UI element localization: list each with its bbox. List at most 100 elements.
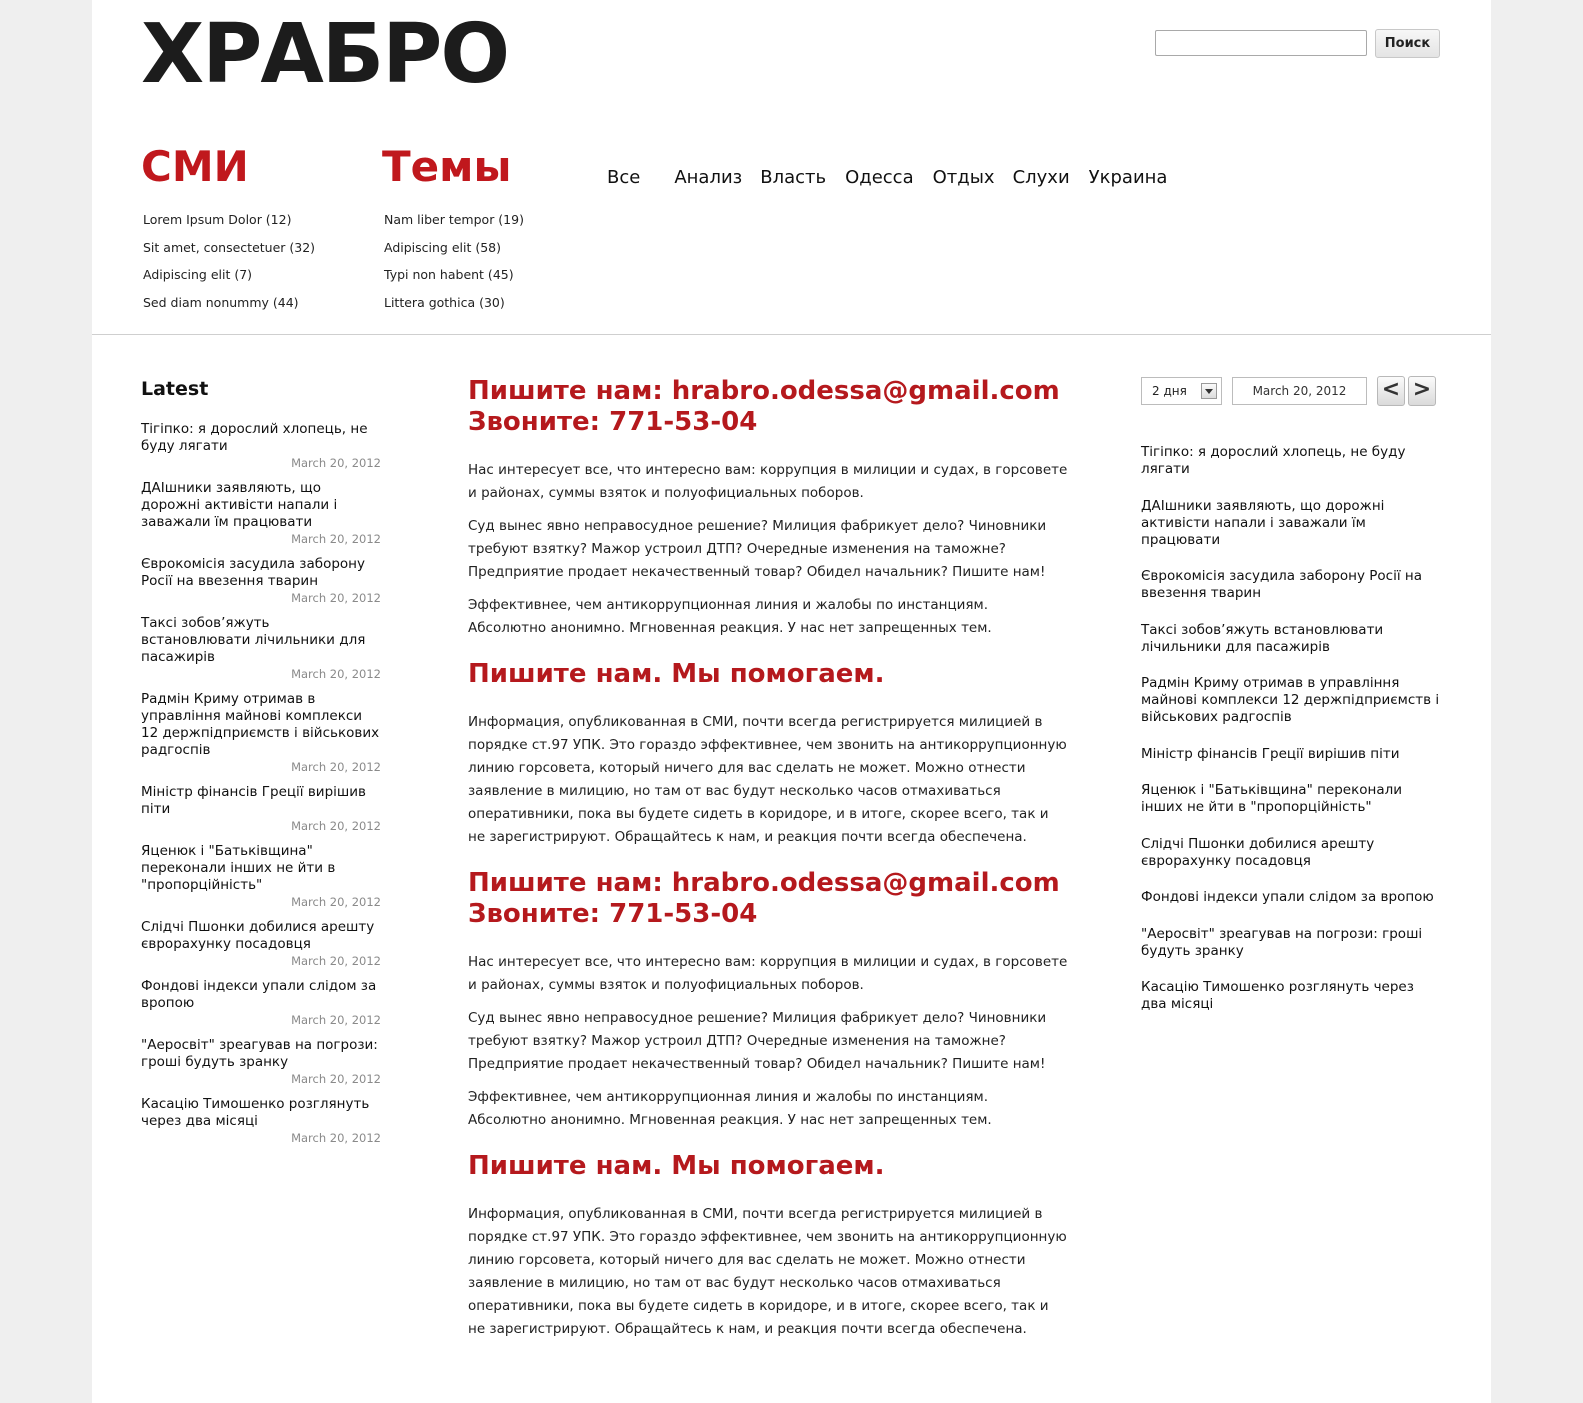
topic-rumors[interactable]: Слухи xyxy=(1013,167,1070,188)
topic-ukraine[interactable]: Украина xyxy=(1089,167,1168,188)
theme-item[interactable]: Adipiscing elit (58) xyxy=(384,234,524,262)
smi-title: СМИ xyxy=(141,142,249,191)
smi-item[interactable]: Sed diam nonummy (44) xyxy=(143,289,315,317)
chevron-left-icon: < xyxy=(1381,377,1401,402)
header-divider xyxy=(92,334,1491,335)
paragraph: Эффективнее, чем антикоррупционная линия… xyxy=(468,1089,992,1128)
paragraph: Суд вынес явно неправосудное решение? Ми… xyxy=(468,1010,1047,1072)
smi-item-label[interactable]: Sit amet, consectetuer (32) xyxy=(143,240,315,255)
latest-item-date: March 20, 2012 xyxy=(291,760,381,774)
date-field[interactable]: March 20, 2012 xyxy=(1232,377,1367,405)
theme-item-label[interactable]: Adipiscing elit (58) xyxy=(384,240,501,255)
latest-item-date: March 20, 2012 xyxy=(291,1013,381,1027)
latest-item: Слідчі Пшонки добилися арешту єврорахунк… xyxy=(141,919,381,968)
latest-list: Тігіпко: я дорослий хлопець, не буду ляг… xyxy=(141,421,381,1155)
latest-item-title[interactable]: Фондові індекси упали слідом за вропою xyxy=(141,978,381,1012)
site-logo[interactable]: ХРАБРО xyxy=(141,14,510,96)
latest-item-title[interactable]: ДАІшники заявляють, що дорожні активісти… xyxy=(141,480,381,531)
topic-odessa[interactable]: Одесса xyxy=(845,167,914,188)
smi-item[interactable]: Sit amet, consectetuer (32) xyxy=(143,234,315,262)
latest-item-title[interactable]: Таксі зобов’яжуть встановлювати лічильни… xyxy=(141,615,381,666)
smi-item[interactable]: Adipiscing elit (7) xyxy=(143,261,315,289)
paragraph: Информация, опубликованная в СМИ, почти … xyxy=(468,1206,1067,1337)
smi-item-label[interactable]: Sed diam nonummy (44) xyxy=(143,295,299,310)
theme-item[interactable]: Nam liber tempor (19) xyxy=(384,206,524,234)
next-button[interactable]: > xyxy=(1408,376,1436,406)
latest-item-date: March 20, 2012 xyxy=(291,456,381,470)
topic-analysis[interactable]: Анализ xyxy=(674,167,742,188)
right-news-item[interactable]: Міністр фінансів Греції вирішив піти xyxy=(1141,746,1441,763)
latest-item-date: March 20, 2012 xyxy=(291,895,381,909)
right-news-item[interactable]: "Аеросвіт" зреагував на погрози: гроші б… xyxy=(1141,926,1441,960)
latest-item-title[interactable]: Слідчі Пшонки добилися арешту єврорахунк… xyxy=(141,919,381,953)
paragraph: Нас интересует все, что интересно вам: к… xyxy=(468,462,1068,501)
smi-item-label[interactable]: Adipiscing elit (7) xyxy=(143,267,252,282)
latest-item-date: March 20, 2012 xyxy=(291,532,381,546)
search-input[interactable] xyxy=(1155,30,1367,56)
topic-leisure[interactable]: Отдых xyxy=(933,167,995,188)
contact-heading: Пишите нам: hrabro.odessa@gmail.com xyxy=(468,376,1060,406)
help-heading: Пишите нам. Мы помогаем. xyxy=(468,659,885,689)
topic-power[interactable]: Власть xyxy=(760,167,826,188)
smi-list: Lorem Ipsum Dolor (12) Sit amet, consect… xyxy=(143,206,315,316)
latest-item-title[interactable]: Тігіпко: я дорослий хлопець, не буду ляг… xyxy=(141,421,381,455)
paragraph: Нас интересует все, что интересно вам: к… xyxy=(468,954,1068,993)
prev-button[interactable]: < xyxy=(1377,376,1405,406)
period-select[interactable]: 2 дня xyxy=(1141,377,1222,405)
chevron-down-icon[interactable] xyxy=(1201,383,1217,399)
phone-heading: Звоните: 771-53-04 xyxy=(468,899,758,929)
paragraph: Информация, опубликованная в СМИ, почти … xyxy=(468,714,1067,845)
themes-list: Nam liber tempor (19) Adipiscing elit (5… xyxy=(384,206,524,316)
latest-item-title[interactable]: Єврокомісія засудила заборону Росії на в… xyxy=(141,556,381,590)
right-news-item[interactable]: Тігіпко: я дорослий хлопець, не буду ляг… xyxy=(1141,444,1441,478)
themes-title: Темы xyxy=(382,142,512,191)
latest-item-title[interactable]: Яценюк і "Батьківщина" переконали інших … xyxy=(141,843,381,894)
latest-item-date: March 20, 2012 xyxy=(291,591,381,605)
latest-item-date: March 20, 2012 xyxy=(291,1072,381,1086)
latest-item: Єврокомісія засудила заборону Росії на в… xyxy=(141,556,381,605)
theme-item[interactable]: Typi non habent (45) xyxy=(384,261,524,289)
latest-title: Latest xyxy=(141,378,209,400)
theme-item[interactable]: Littera gothica (30) xyxy=(384,289,524,317)
search-button[interactable]: Поиск xyxy=(1375,29,1440,58)
right-news-item[interactable]: Касацію Тимошенко розглянуть через два м… xyxy=(1141,979,1441,1013)
latest-item: Радмін Криму отримав в управління майнов… xyxy=(141,691,381,774)
latest-item-title[interactable]: Радмін Криму отримав в управління майнов… xyxy=(141,691,381,759)
right-news-item[interactable]: ДАІшники заявляють, що дорожні активісти… xyxy=(1141,498,1441,549)
right-news-item[interactable]: Єврокомісія засудила заборону Росії на в… xyxy=(1141,568,1441,602)
theme-item-label[interactable]: Typi non habent (45) xyxy=(384,267,514,282)
topics-nav: Все Анализ Власть Одесса Отдых Слухи Укр… xyxy=(607,167,1167,188)
help-heading: Пишите нам. Мы помогаем. xyxy=(468,1151,885,1181)
latest-item: Яценюк і "Батьківщина" переконали інших … xyxy=(141,843,381,909)
right-news-item[interactable]: Радмін Криму отримав в управління майнов… xyxy=(1141,675,1441,726)
smi-item[interactable]: Lorem Ipsum Dolor (12) xyxy=(143,206,315,234)
latest-item-title[interactable]: "Аеросвіт" зреагував на погрози: гроші б… xyxy=(141,1037,381,1071)
phone-heading: Звоните: 771-53-04 xyxy=(468,407,758,437)
right-news-item[interactable]: Яценюк і "Батьківщина" переконали інших … xyxy=(1141,782,1441,816)
latest-item: Касацію Тимошенко розглянуть через два м… xyxy=(141,1096,381,1145)
latest-item: "Аеросвіт" зреагував на погрози: гроші б… xyxy=(141,1037,381,1086)
page: ХРАБРО Поиск СМИ Lorem Ipsum Dolor (12) … xyxy=(92,0,1491,1403)
paragraph: Эффективнее, чем антикоррупционная линия… xyxy=(468,597,992,636)
latest-item-title[interactable]: Міністр фінансів Греції вирішив піти xyxy=(141,784,381,818)
theme-item-label[interactable]: Nam liber tempor (19) xyxy=(384,212,524,227)
main-content: Пишите нам: hrabro.odessa@gmail.com Звон… xyxy=(468,376,1068,1341)
theme-item-label[interactable]: Littera gothica (30) xyxy=(384,295,505,310)
topic-all[interactable]: Все xyxy=(607,167,640,188)
paragraph: Суд вынес явно неправосудное решение? Ми… xyxy=(468,518,1047,580)
right-news-item[interactable]: Таксі зобов’яжуть встановлювати лічильни… xyxy=(1141,622,1441,656)
latest-item-date: March 20, 2012 xyxy=(291,819,381,833)
latest-item: ДАІшники заявляють, що дорожні активісти… xyxy=(141,480,381,546)
chevron-right-icon: > xyxy=(1412,377,1432,402)
latest-item-title[interactable]: Касацію Тимошенко розглянуть через два м… xyxy=(141,1096,381,1130)
smi-item-label[interactable]: Lorem Ipsum Dolor (12) xyxy=(143,212,291,227)
right-news-item[interactable]: Слідчі Пшонки добилися арешту єврорахунк… xyxy=(1141,836,1441,870)
latest-item-date: March 20, 2012 xyxy=(291,954,381,968)
latest-item-date: March 20, 2012 xyxy=(291,1131,381,1145)
contact-heading: Пишите нам: hrabro.odessa@gmail.com xyxy=(468,868,1060,898)
right-news-item[interactable]: Фондові індекси упали слідом за вропою xyxy=(1141,889,1441,906)
latest-item: Таксі зобов’яжуть встановлювати лічильни… xyxy=(141,615,381,681)
latest-item-date: March 20, 2012 xyxy=(291,667,381,681)
period-select-value: 2 дня xyxy=(1152,384,1187,398)
latest-item: Міністр фінансів Греції вирішив піти Marc… xyxy=(141,784,381,833)
